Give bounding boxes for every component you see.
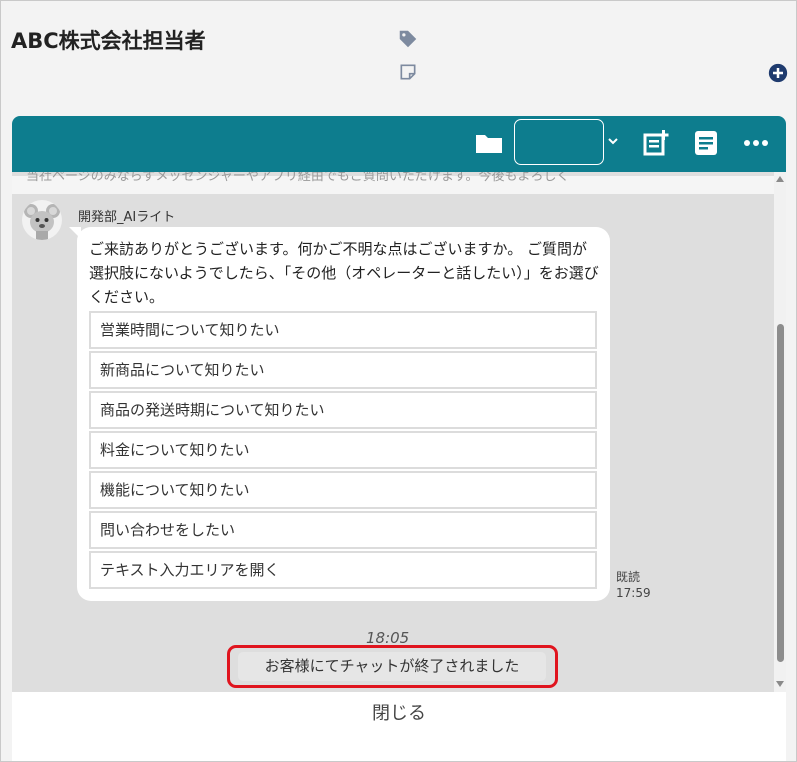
chat-scrollbar[interactable] <box>774 172 786 692</box>
avatar <box>22 200 62 240</box>
choice-button[interactable]: 商品の発送時期について知りたい <box>89 391 597 429</box>
choice-button[interactable]: テキスト入力エリアを開く <box>89 551 597 589</box>
choice-button[interactable]: 料金について知りたい <box>89 431 597 469</box>
chat-window: ABC株式会社担当者 当社ページのみならずメッセンジャーやアプリ経由でもご質問い… <box>0 0 797 762</box>
plus-circle-icon[interactable] <box>768 63 788 83</box>
more-icon[interactable] <box>742 133 770 153</box>
chat-ended-message: お客様にてチャットが終了されました <box>238 652 546 681</box>
read-time: 17:59 <box>616 586 651 600</box>
choice-button[interactable]: 営業時間について知りたい <box>89 311 597 349</box>
note-icon[interactable] <box>398 62 418 82</box>
add-note-icon[interactable] <box>642 129 670 157</box>
chat-toolbar <box>12 116 786 172</box>
scroll-thumb[interactable] <box>777 324 784 662</box>
choice-button[interactable]: 新商品について知りたい <box>89 351 597 389</box>
read-status: 既読 17:59 <box>616 569 651 601</box>
chat-messages[interactable]: 当社ページのみならずメッセンジャーやアプリ経由でもご質問いただけます。今後もよろ… <box>12 172 774 692</box>
scroll-up-icon[interactable] <box>776 176 784 182</box>
bot-name: 開発部_AIライト <box>78 210 176 225</box>
chevron-down-icon[interactable] <box>606 134 620 148</box>
read-label: 既読 <box>616 570 641 584</box>
chat-ended-highlight: お客様にてチャットが終了されました <box>227 645 558 688</box>
choice-button[interactable]: 問い合わせをしたい <box>89 511 597 549</box>
tag-icon[interactable] <box>397 28 419 50</box>
previous-message-text: 当社ページのみならずメッセンジャーやアプリ経由でもご質問いただけます。今後もよろ… <box>26 172 570 184</box>
page-title: ABC株式会社担当者 <box>11 29 206 53</box>
bot-avatar-icon <box>24 204 60 240</box>
message-bubble: ご来訪ありがとうございます。何かご不明な点はございますか。 ご質問が選択肢にない… <box>77 227 610 601</box>
message-text: ご来訪ありがとうございます。何かご不明な点はございますか。 ご質問が選択肢にない… <box>89 240 599 306</box>
close-button[interactable]: 閉じる <box>12 694 786 734</box>
document-icon[interactable] <box>693 129 719 157</box>
chat-panel: 当社ページのみならずメッセンジャーやアプリ経由でもご質問いただけます。今後もよろ… <box>12 116 786 761</box>
choice-button[interactable]: 機能について知りたい <box>89 471 597 509</box>
previous-message-strip: 当社ページのみならずメッセンジャーやアプリ経由でもご質問いただけます。今後もよろ… <box>12 172 774 194</box>
scroll-down-icon[interactable] <box>776 681 784 687</box>
folder-icon[interactable] <box>474 130 504 156</box>
template-select[interactable] <box>514 119 604 165</box>
